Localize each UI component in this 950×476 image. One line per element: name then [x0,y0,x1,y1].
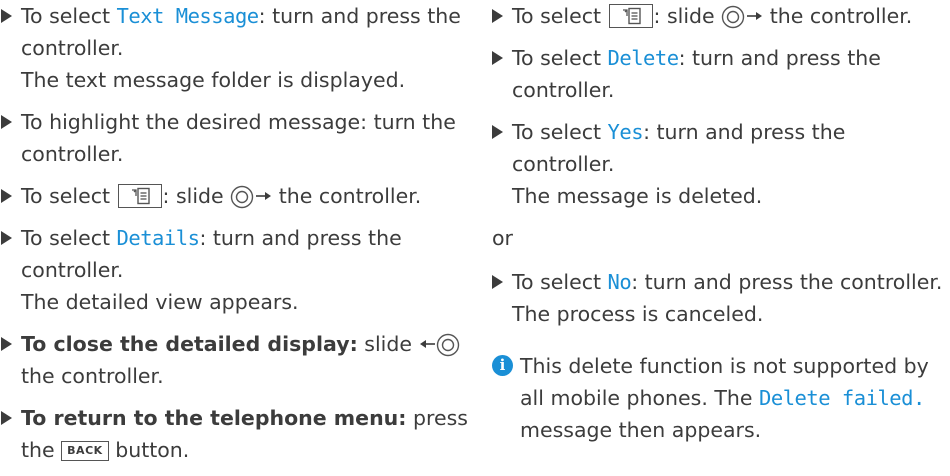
bullet-arrow-icon [1,189,12,203]
menu-item-text-message: Text Message [116,4,260,28]
instruction-select-yes: To select Yes: turn and press the contro… [492,116,950,212]
right-column: To select : slide the controller. To sel… [492,0,950,446]
message-delete-failed: Delete failed. [759,386,925,410]
bullet-arrow-icon [1,231,12,245]
result-note: The message is deleted. [512,184,763,208]
menu-item-yes: Yes [607,120,644,144]
instruction-select-menu-icon: To select : slide the controller. [492,0,950,32]
instruction-select-details: To select Details: turn and press the co… [1,222,477,318]
instruction-select-text-message: To select Text Message: turn and press t… [1,0,477,96]
instruction-select-menu-icon: To select : slide the controller. [1,180,477,212]
message-menu-icon [608,4,653,28]
controller-icon [436,333,459,357]
instruction-select-delete: To select Delete: turn and press the con… [492,42,950,106]
bullet-arrow-icon [1,115,12,129]
info-note: i This delete function is not supported … [492,350,950,446]
bullet-arrow-icon [492,51,503,65]
instruction-select-no: To select No: turn and press the control… [492,266,950,330]
bullet-arrow-icon [492,275,503,289]
controller-icon [721,5,745,29]
controller-icon [230,185,254,209]
instruction-close-detailed-display: To close the detailed display: slide the… [1,328,477,392]
bullet-arrow-icon [1,411,12,425]
info-icon: i [492,355,513,376]
bullet-arrow-icon [1,9,12,23]
or-separator: or [492,226,513,250]
arrow-right-icon [747,12,763,20]
menu-item-no: No [607,270,632,294]
result-note: The text message folder is displayed. [21,68,406,92]
back-button-icon: BACK [61,441,109,461]
result-note: The detailed view appears. [21,290,299,314]
bullet-arrow-icon [492,9,503,23]
instruction-highlight-message: To highlight the desired message: turn t… [1,106,477,170]
result-note: The process is canceled. [512,302,764,326]
menu-item-delete: Delete [607,46,680,70]
arrow-right-icon [256,192,272,200]
arrow-left-icon [419,340,435,348]
bullet-arrow-icon [1,337,12,351]
message-menu-icon [117,184,162,208]
bullet-arrow-icon [492,125,503,139]
instruction-return-telephone-menu: To return to the telephone menu: press t… [1,402,477,466]
left-column: To select Text Message: turn and press t… [1,0,477,476]
menu-item-details: Details [116,226,200,250]
